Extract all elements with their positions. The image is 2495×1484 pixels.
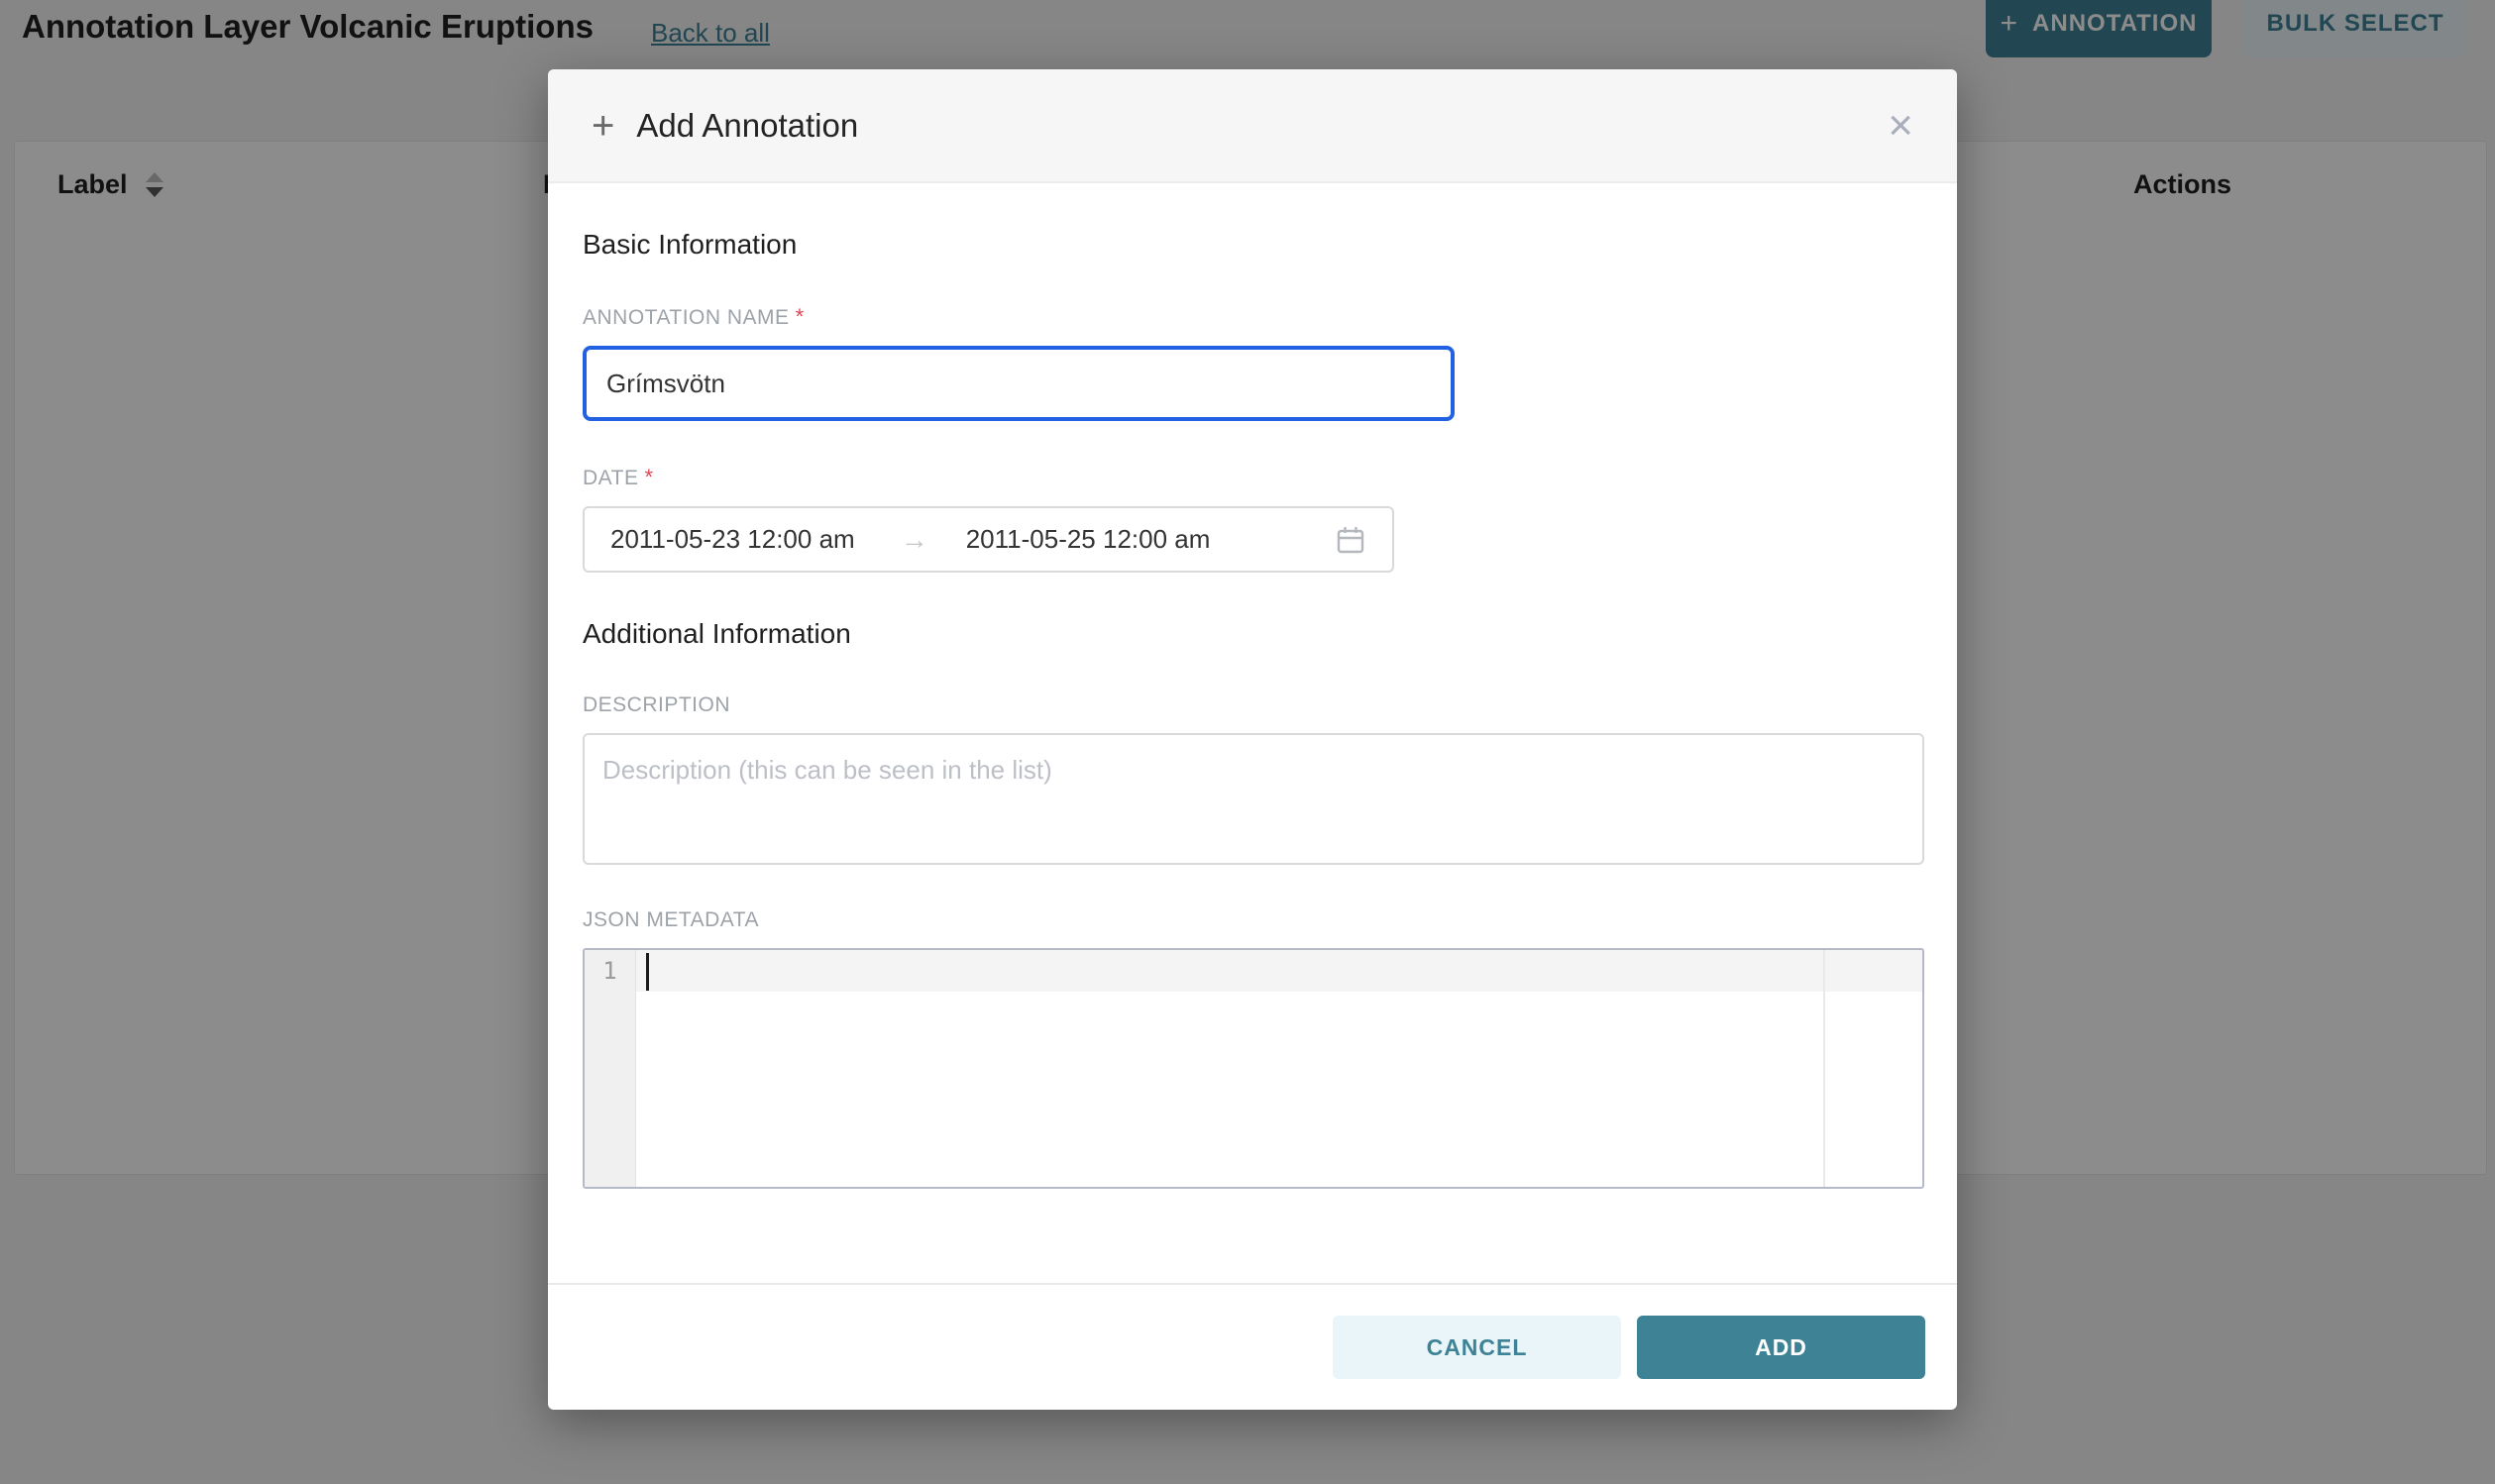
modal-title: Add Annotation [636, 107, 858, 145]
modal-body: Basic Information ANNOTATION NAME * DATE *… [548, 183, 1957, 1283]
date-range-picker[interactable]: 2011-05-23 12:00 am → 2011-05-25 12:00 a… [583, 506, 1394, 573]
date-label: DATE * [583, 465, 1925, 490]
annotation-name-input[interactable] [583, 346, 1455, 421]
date-label-text: DATE [583, 467, 638, 489]
plus-icon: + [592, 106, 614, 146]
calendar-icon [1335, 524, 1366, 556]
add-button[interactable]: ADD [1637, 1316, 1925, 1379]
modal-header: + Add Annotation × [548, 69, 1957, 183]
description-label: DESCRIPTION [583, 693, 1925, 717]
screen: Annotation Layer Volcanic Eruptions Back… [0, 0, 2495, 1484]
editor-gutter: 1 [585, 950, 636, 1187]
editor-active-line [636, 950, 1922, 992]
date-end-value[interactable]: 2011-05-25 12:00 am [966, 524, 1211, 555]
date-start-value[interactable]: 2011-05-23 12:00 am [610, 524, 855, 555]
print-margin-line [1823, 950, 1825, 1187]
additional-information-heading: Additional Information [583, 618, 1925, 650]
basic-information-heading: Basic Information [583, 229, 1925, 261]
json-metadata-label: JSON METADATA [583, 908, 1925, 932]
cancel-button[interactable]: CANCEL [1333, 1316, 1621, 1379]
close-icon[interactable]: × [1888, 104, 1913, 148]
required-asterisk: * [644, 465, 653, 489]
json-metadata-editor[interactable]: 1 [583, 948, 1924, 1189]
line-number: 1 [585, 950, 635, 992]
description-textarea[interactable] [583, 733, 1924, 865]
text-cursor [646, 953, 649, 991]
arrow-right-icon: → [901, 524, 928, 556]
add-annotation-modal: + Add Annotation × Basic Information ANN… [548, 69, 1957, 1410]
modal-footer: CANCEL ADD [548, 1283, 1957, 1410]
required-asterisk: * [796, 304, 805, 329]
annotation-name-label-text: ANNOTATION NAME [583, 306, 790, 329]
annotation-name-label: ANNOTATION NAME * [583, 304, 1925, 330]
